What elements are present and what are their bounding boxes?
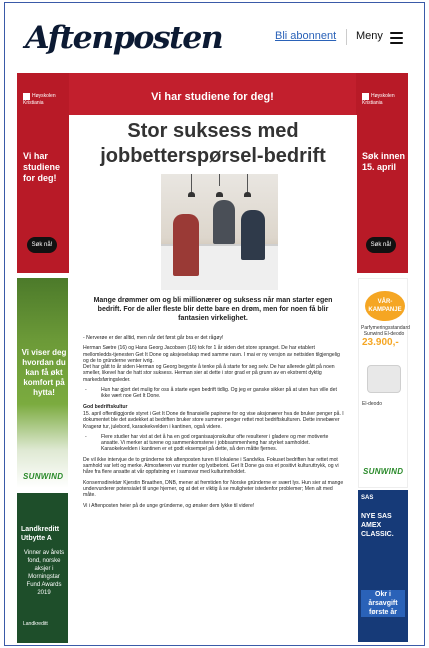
article-title: Stor suksess med jobbetterspørsel-bedrif… [100,120,326,167]
school-logo-icon [23,93,30,100]
ad-banner-right-panel: Høyskolen Kristiania Søk innen 15. april… [356,73,408,273]
article-paragraph: 15. april offentliggjorde styret i Get I… [83,410,344,430]
subscribe-link[interactable]: Bli abonnent [275,30,336,42]
article-bullet: Hun har gjort det mulig for oss å starte… [83,387,345,400]
ad-product-description: Parfymeringsstandard Sunwind El-deodo [361,325,410,337]
ad-sunwind-right[interactable]: VÅR-KAMPANJE Parfymeringsstandard Sunwin… [358,278,410,488]
menu-label[interactable]: Meny [356,30,383,42]
lamp-icon [188,174,195,197]
ad-apply-button-left[interactable]: Søk nå! [27,237,57,253]
ad-landkreditt-title: Landkreditt Utbytte A [21,526,60,542]
article-paragraph: Konsernsdirektør Kjerstin Braathen, DNB,… [83,479,344,499]
sunwind-logo: SUNWIND [23,472,64,481]
ad-sunwind-left-text: Vi viser deg hvordan du kan få økt komfo… [21,348,67,397]
ad-product-price: 23.900,- [362,337,399,348]
ad-sas-offer: Okr i årsavgift første år [361,590,405,617]
person-figure [173,214,199,276]
school-logo-right-icon [362,93,369,100]
ad-banner-right-text: Søk innen 15. april [362,151,406,172]
ad-apply-button-right[interactable]: Søk nå! [366,237,396,253]
person-figure [241,210,265,260]
sunwind-logo-right: SUNWIND [363,467,404,476]
header-divider [346,29,347,45]
ad-campaign-badge: VÅR-KAMPANJE [365,291,405,321]
school-logo: Høyskolen Kristiania [23,93,69,106]
article-image [161,174,278,290]
ad-landkreditt[interactable]: Landkreditt Utbytte A Vinner av årets fo… [17,493,68,643]
ad-sunwind-left[interactable]: Vi viser deg hvordan du kan få økt komfo… [17,278,68,488]
hamburger-menu-icon[interactable] [390,32,403,44]
ad-banner-left-text: Vi har studiene for deg! [23,151,61,183]
article-bullet: Flere studier har vist at det å ha en go… [83,434,345,453]
article-paragraph-line: Herman Sætre (16) og Hans Georg Jacobsen… [83,345,340,364]
product-image [367,365,401,393]
person-figure [213,200,235,244]
article-lede: Mange drømmer om og bli millionærer og s… [93,297,333,322]
ad-sas-amex[interactable]: SAS NYE SAS AMEX CLASSIC. Okr i årsavgif… [358,490,408,642]
ad-product-name: El-deodo [362,401,383,407]
article-paragraph-line: Det har gått to år siden Herman og Georg… [83,364,335,383]
article-paragraph: - Nerverøe er der alltid, men når det fø… [83,335,224,341]
article-paragraph: Vi i Aftenposten heier på de unge gründe… [83,502,255,509]
article-subheading: God bedriftskultur [83,403,128,410]
site-header: Aftenposten Bli abonnent Meny [5,3,424,65]
landkreditt-logo: Landkreditt [23,621,48,627]
ad-banner-left-panel: Høyskolen Kristiania Vi har studiene for… [17,73,69,273]
ad-landkreditt-text: Vinner av årets fond, norske aksjer i Mo… [23,550,65,596]
article-paragraph: Herman Sætre (16) og Hans Georg Jacobsen… [83,345,345,383]
site-logo[interactable]: Aftenposten [25,20,224,56]
lamp-icon [216,174,223,197]
school-logo-right: Høyskolen Kristiania [362,93,408,106]
lamp-icon [244,174,251,197]
ad-banner-title: Vi har studiene for deg! [151,91,274,103]
article-body: - Nerverøe er der alltid, men når det fø… [83,335,345,513]
ad-sas-title: NYE SAS AMEX CLASSIC. [361,513,394,538]
page-frame: Aftenposten Bli abonnent Meny Høyskolen … [4,2,425,646]
article: Stor suksess med jobbetterspørsel-bedrif… [69,115,357,645]
article-paragraph: De vil ikke intervjue de to gründerne to… [83,456,339,476]
sas-logo: SAS [361,495,374,501]
